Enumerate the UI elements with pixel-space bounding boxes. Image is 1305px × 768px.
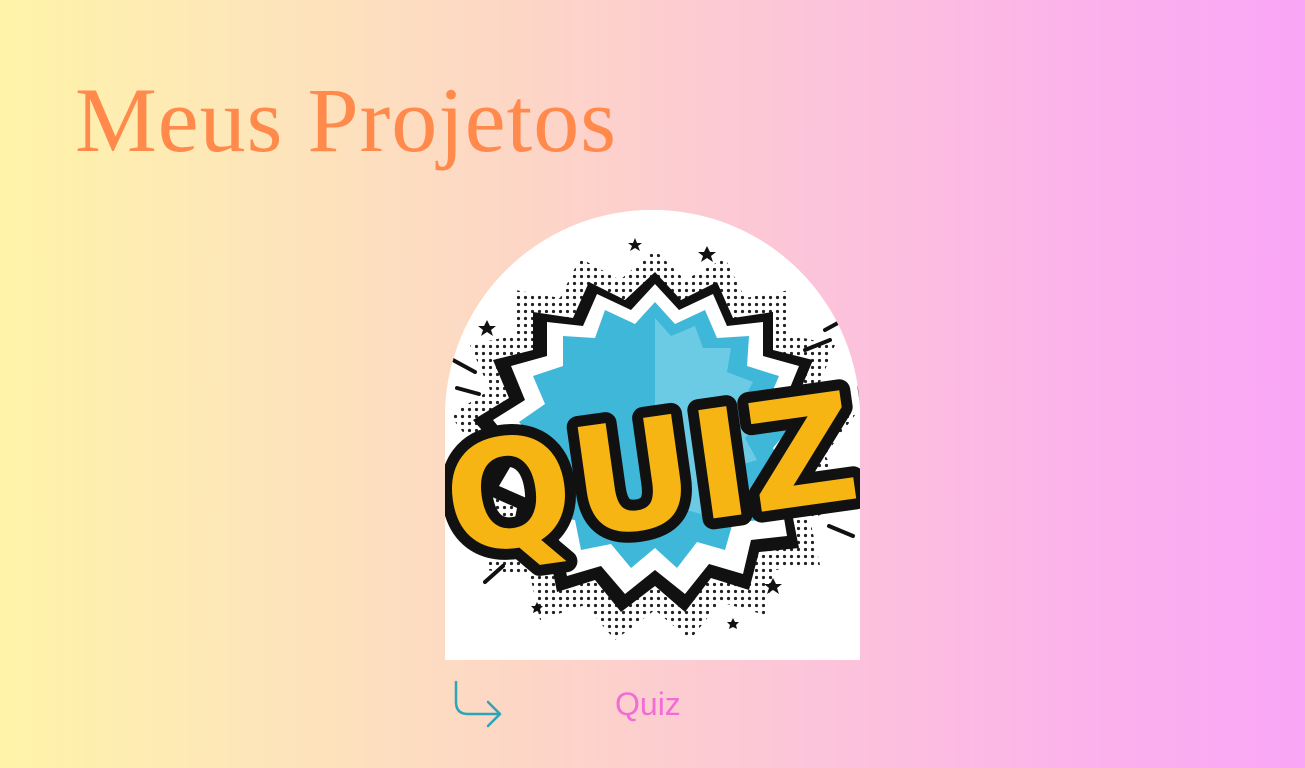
arrow-turn-down-right-icon[interactable] bbox=[452, 680, 506, 732]
project-label-quiz[interactable]: Quiz bbox=[615, 686, 681, 723]
project-card-quiz[interactable]: QUIZ! QUIZ! bbox=[445, 210, 860, 660]
project-link-row: Quiz bbox=[452, 680, 752, 732]
page-title: Meus Projetos bbox=[75, 69, 617, 171]
quiz-image: QUIZ! QUIZ! bbox=[445, 210, 860, 660]
